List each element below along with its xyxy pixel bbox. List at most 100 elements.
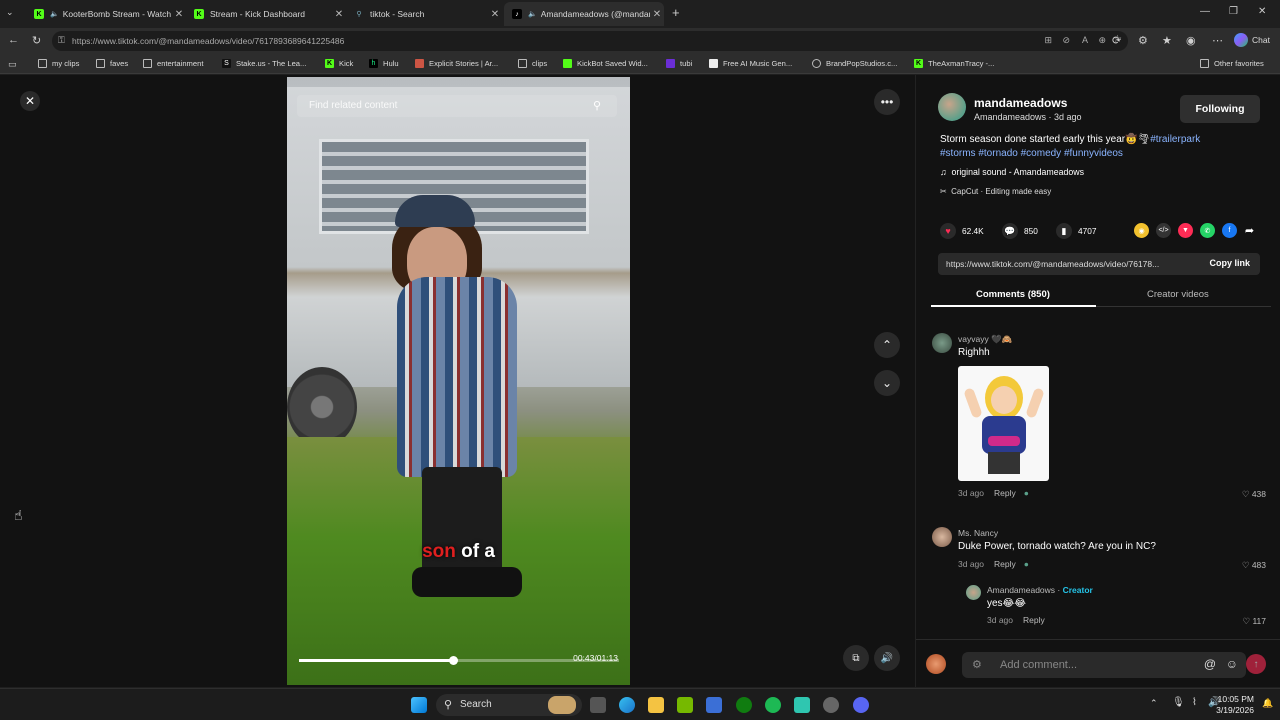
- edge-icon[interactable]: [619, 697, 635, 713]
- progress-handle[interactable]: [448, 656, 458, 665]
- more-menu-icon[interactable]: ⋯: [1212, 34, 1223, 47]
- bookmark-item[interactable]: S Stake.us - The Lea...: [222, 59, 306, 68]
- wifi-icon[interactable]: ⌇: [1192, 697, 1197, 708]
- bookmark-item[interactable]: my clips: [38, 59, 79, 68]
- nvidia-icon[interactable]: [677, 697, 693, 713]
- minimize-icon[interactable]: —: [1200, 6, 1210, 17]
- site-info-icon[interactable]: ⚿: [58, 35, 65, 46]
- gif-icon[interactable]: ⚙: [972, 658, 982, 671]
- other-favorites[interactable]: Other favorites: [1200, 59, 1264, 68]
- store-icon[interactable]: [706, 697, 722, 713]
- close-tab-icon[interactable]: ✕: [650, 9, 664, 20]
- discord-icon[interactable]: [853, 697, 869, 713]
- tab-tiktok-search[interactable]: ⚲ tiktok - Search ✕: [346, 2, 502, 26]
- reply-button[interactable]: Reply: [1023, 615, 1045, 625]
- sound-link[interactable]: ♫ original sound - Amandameadows: [940, 167, 1084, 177]
- comment-input[interactable]: ⚙ Add comment... @ ☺: [962, 652, 1246, 678]
- more-options-button[interactable]: •••: [874, 89, 900, 115]
- hashtag-link[interactable]: #trailerpark: [1150, 134, 1200, 145]
- bookmark-item[interactable]: Explicit Stories | Ar...: [415, 59, 498, 68]
- comment-button[interactable]: 💬 850: [1002, 223, 1038, 239]
- capcut-link[interactable]: ✂ CapCut · Editing made easy: [940, 187, 1051, 196]
- post-comment-button[interactable]: ↑: [1246, 654, 1266, 674]
- xbox-icon[interactable]: [736, 697, 752, 713]
- related-search-input[interactable]: Find related content ⚲: [297, 95, 617, 117]
- commenter-avatar[interactable]: [932, 527, 952, 547]
- comment-author[interactable]: vayvayy 🖤🙈: [958, 334, 1012, 345]
- close-tab-icon[interactable]: ✕: [172, 9, 186, 20]
- emoji-icon[interactable]: ☺: [1226, 657, 1238, 671]
- audio-app-icon[interactable]: [794, 697, 810, 713]
- following-button[interactable]: Following: [1180, 95, 1260, 123]
- hashtag-link[interactable]: #tornado: [978, 148, 1017, 159]
- tab-kick-dashboard[interactable]: K Stream - Kick Dashboard ✕: [186, 2, 346, 26]
- creator-avatar[interactable]: [938, 93, 966, 121]
- comment-author[interactable]: Amandameadows · Creator: [987, 585, 1093, 595]
- floating-player-button[interactable]: ⧉: [843, 645, 869, 671]
- reply-button[interactable]: Reply: [994, 559, 1016, 569]
- new-tab-icon[interactable]: +: [672, 5, 680, 20]
- mention-icon[interactable]: @: [1204, 657, 1216, 671]
- favorites-icon[interactable]: ★: [1162, 34, 1172, 47]
- facebook-icon[interactable]: f: [1222, 223, 1237, 238]
- notifications-icon[interactable]: 🔔: [1262, 698, 1273, 709]
- zoom-icon[interactable]: ⊕: [1098, 35, 1106, 46]
- profile-avatar-icon[interactable]: ◉: [1186, 34, 1196, 47]
- video-player[interactable]: Find related content ⚲ son of a 00:43/01…: [287, 77, 630, 685]
- bookmark-item[interactable]: KickBot Saved Wid...: [563, 59, 648, 68]
- like-button[interactable]: ♥ 62.4K: [940, 223, 984, 239]
- bookmark-item[interactable]: Free AI Music Gen...: [709, 59, 792, 68]
- address-bar[interactable]: ⚿ https://www.tiktok.com/@mandameadows/v…: [52, 31, 1128, 51]
- bookmark-item[interactable]: BrandPopStudios.c...: [812, 59, 897, 68]
- creator-username[interactable]: mandameadows: [974, 96, 1067, 110]
- back-icon[interactable]: ←: [8, 34, 19, 46]
- bookmark-item[interactable]: clips: [518, 59, 547, 68]
- tab-kooterbomb[interactable]: K 🔈 KooterBomb Stream - Watch ✕: [26, 2, 186, 26]
- file-explorer-icon[interactable]: [648, 697, 664, 713]
- user-avatar[interactable]: [926, 654, 946, 674]
- chat-label[interactable]: Chat: [1252, 35, 1270, 45]
- tray-chevron-icon[interactable]: ⌃: [1150, 698, 1158, 709]
- tab-comments[interactable]: Comments (850): [976, 289, 1050, 300]
- volume-button[interactable]: 🔊: [874, 645, 900, 671]
- share-arrow-icon[interactable]: ➦: [1242, 223, 1257, 238]
- taskbar-clock[interactable]: 10:05 PM 3/19/2026: [1216, 694, 1254, 716]
- taskbar-search[interactable]: ⚲ Search: [436, 694, 582, 716]
- next-video-button[interactable]: ⌄: [874, 370, 900, 396]
- bookmark-item[interactable]: faves: [96, 59, 128, 68]
- split-screen-icon[interactable]: ⟳: [1112, 34, 1121, 47]
- obs-icon[interactable]: [823, 697, 839, 713]
- copy-link-button[interactable]: Copy link: [1209, 258, 1250, 268]
- close-tab-icon[interactable]: ✕: [332, 9, 346, 20]
- comment-like-button[interactable]: ♡ 438: [1242, 489, 1266, 500]
- embed-icon[interactable]: </>: [1156, 223, 1171, 238]
- bookmark-item[interactable]: entertainment: [143, 59, 203, 68]
- microphone-icon[interactable]: 🎙: [1172, 697, 1185, 708]
- app-available-icon[interactable]: ⊞: [1044, 35, 1052, 46]
- send-icon[interactable]: ▼: [1178, 223, 1193, 238]
- hashtag-link[interactable]: #comedy: [1021, 148, 1062, 159]
- tab-creator-videos[interactable]: Creator videos: [1147, 289, 1209, 300]
- video-progress-bar[interactable]: [299, 656, 619, 665]
- tracking-icon[interactable]: ⊘: [1062, 35, 1070, 46]
- hashtag-link[interactable]: #funnyvideos: [1064, 148, 1123, 159]
- search-icon[interactable]: ⚲: [593, 99, 601, 112]
- close-window-icon[interactable]: ✕: [1258, 6, 1266, 17]
- refresh-icon[interactable]: ↻: [32, 34, 41, 47]
- tab-amandameadows[interactable]: ♪ 🔈 Amandameadows (@mandam ✕: [504, 2, 664, 26]
- hashtag-link[interactable]: #storms: [940, 148, 976, 159]
- whatsapp-icon[interactable]: ✆: [1200, 223, 1215, 238]
- previous-video-button[interactable]: ⌃: [874, 332, 900, 358]
- commenter-avatar[interactable]: [966, 585, 981, 600]
- restore-icon[interactable]: ❐: [1229, 6, 1238, 17]
- close-video-button[interactable]: ✕: [20, 91, 40, 111]
- tab-actions-icon[interactable]: ⌄: [6, 7, 14, 18]
- bookmark-item[interactable]: K Kick: [325, 59, 353, 68]
- bookmark-item[interactable]: tubi: [666, 59, 692, 68]
- commenter-avatar[interactable]: [932, 333, 952, 353]
- save-button[interactable]: ▮ 4707: [1056, 223, 1096, 239]
- start-icon[interactable]: [411, 697, 427, 713]
- bookmark-item[interactable]: K TheAxmanTracy -...: [914, 59, 994, 68]
- bookmark-item[interactable]: h Hulu: [369, 59, 399, 68]
- spotify-icon[interactable]: [765, 697, 781, 713]
